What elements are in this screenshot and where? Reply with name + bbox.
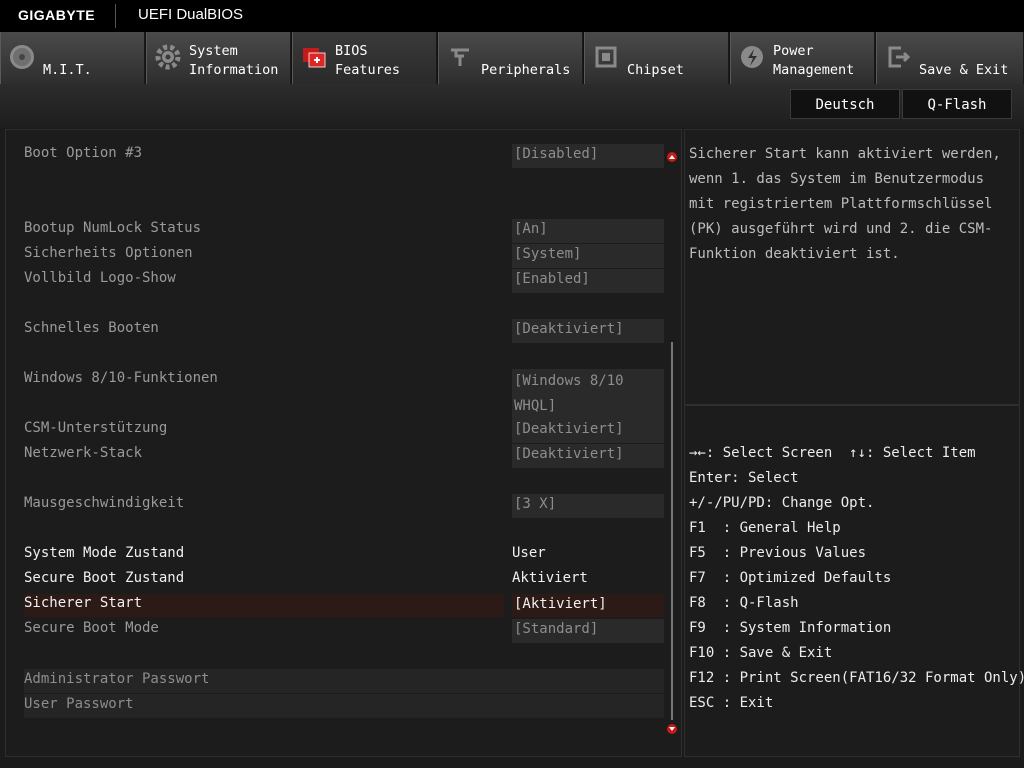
setting-label-logo-show: Vollbild Logo-Show [24, 270, 176, 286]
setting-value-mouse-speed[interactable]: [3 X] [512, 494, 664, 518]
setting-label-security-options: Sicherheits Optionen [24, 245, 193, 261]
language-button[interactable]: Deutsch [790, 89, 900, 119]
setting-value-logo-show[interactable]: [Enabled] [512, 269, 664, 293]
user-password-row[interactable]: User Passwort [24, 694, 664, 718]
tab-label-line1: Power [773, 43, 814, 59]
setting-value-network-stack[interactable]: [Deaktiviert] [512, 444, 664, 468]
help-panel: Sicherer Start kann aktiviert werden, we… [684, 129, 1020, 405]
setting-value-secure-start[interactable]: [Aktiviert] [512, 594, 664, 617]
scroll-up-icon[interactable] [667, 152, 677, 162]
tab-power-management[interactable]: Power Management [730, 32, 875, 84]
setting-label-csm-support: CSM-Unterstützung [24, 420, 168, 436]
help-text: Sicherer Start kann aktiviert werden, we… [689, 146, 1001, 262]
setting-label-secure-boot-mode: Secure Boot Mode [24, 620, 159, 636]
setting-value-secure-boot-mode[interactable]: [Standard] [512, 619, 664, 643]
title-bar: GIGABYTE UEFI DualBIOS [0, 0, 1024, 32]
tab-label-line1: System [189, 43, 238, 59]
tab-label: Chipset [627, 62, 684, 78]
key-legend-line: ESC : Exit [689, 695, 774, 711]
key-legend-line: F1 : General Help [689, 520, 841, 536]
setting-label-system-mode: System Mode Zustand [24, 545, 185, 561]
key-legend-line: F9 : System Information [689, 620, 892, 636]
setting-value-windows-features[interactable]: [Windows 8/10 WHQL] [512, 369, 664, 419]
peripherals-icon [451, 48, 469, 66]
setting-value-secure-boot-state: Aktiviert [512, 570, 588, 586]
qflash-button[interactable]: Q-Flash [902, 89, 1012, 119]
setting-label-secure-start: Sicherer Start [24, 595, 143, 611]
chipset-icon [595, 46, 617, 68]
setting-label-network-stack: Netzwerk-Stack [24, 445, 143, 461]
tab-chipset[interactable]: Chipset [584, 32, 729, 84]
bios-chip-icon [303, 48, 326, 68]
setting-label-windows-features: Windows 8/10-Funktionen [24, 370, 218, 386]
key-legend-line: F5 : Previous Values [689, 545, 867, 561]
tab-bar: M.I.T. System Information BIOS Features … [0, 32, 1024, 84]
tab-label-line2: Information [189, 62, 279, 78]
setting-label-secure-boot-state: Secure Boot Zustand [24, 570, 185, 586]
tab-label-line2: Features [335, 62, 401, 78]
exit-icon [888, 46, 911, 68]
scroll-down-icon[interactable] [667, 724, 677, 734]
power-icon [741, 46, 763, 68]
setting-label-user-password: User Passwort [24, 696, 134, 712]
setting-value-boot-option-3[interactable]: [Disabled] [512, 144, 664, 168]
setting-value-csm-support[interactable]: [Deaktiviert] [512, 419, 664, 443]
setting-value-numlock[interactable]: [An] [512, 219, 664, 243]
setting-label-fast-boot: Schnelles Booten [24, 320, 159, 336]
setting-label-numlock: Bootup NumLock Status [24, 220, 202, 236]
setting-label-boot-option-3: Boot Option #3 [24, 145, 143, 161]
disc-icon [10, 45, 34, 69]
tab-mit[interactable]: M.I.T. [0, 32, 145, 84]
divider [115, 4, 116, 28]
key-legend-line: F12 : Print Screen(FAT16/32 Format Only) [689, 670, 1024, 686]
sub-toolbar: Deutsch Q-Flash [0, 84, 1024, 128]
tab-label-line2: Management [773, 62, 855, 78]
brand-logo: GIGABYTE [18, 7, 96, 23]
key-legend-line: F10 : Save & Exit [689, 645, 833, 661]
setting-value-fast-boot[interactable]: [Deaktiviert] [512, 319, 664, 343]
setting-value-security-options[interactable]: [System] [512, 244, 664, 268]
tab-label-line1: BIOS [335, 43, 368, 59]
tab-label: Save & Exit [919, 62, 1009, 78]
tab-label: Peripherals [481, 62, 571, 78]
key-legend-line: F8 : Q-Flash [689, 595, 799, 611]
admin-password-row[interactable]: Administrator Passwort [24, 669, 664, 693]
key-legend-line: →←: Select Screen ↑↓: Select Item [689, 445, 976, 461]
key-legend-line: +/-/PU/PD: Change Opt. [689, 495, 875, 511]
tab-label: M.I.T. [43, 62, 92, 78]
gear-icon [155, 44, 181, 70]
key-legend-line: Enter: Select [689, 470, 799, 486]
tab-peripherals[interactable]: Peripherals [438, 32, 583, 84]
setting-label-admin-password: Administrator Passwort [24, 671, 210, 687]
setting-value-system-mode: User [512, 545, 546, 561]
tab-bios-features[interactable]: BIOS Features [292, 32, 437, 84]
setting-label-mouse-speed: Mausgeschwindigkeit [24, 495, 185, 511]
scrollbar-thumb[interactable] [671, 342, 673, 720]
product-title: UEFI DualBIOS [138, 6, 244, 23]
key-legend-panel: →←: Select Screen ↑↓: Select Item Enter:… [684, 405, 1024, 757]
key-legend-line: F7 : Optimized Defaults [689, 570, 892, 586]
tab-system-information[interactable]: System Information [146, 32, 291, 84]
tab-save-exit[interactable]: Save & Exit [876, 32, 1024, 84]
